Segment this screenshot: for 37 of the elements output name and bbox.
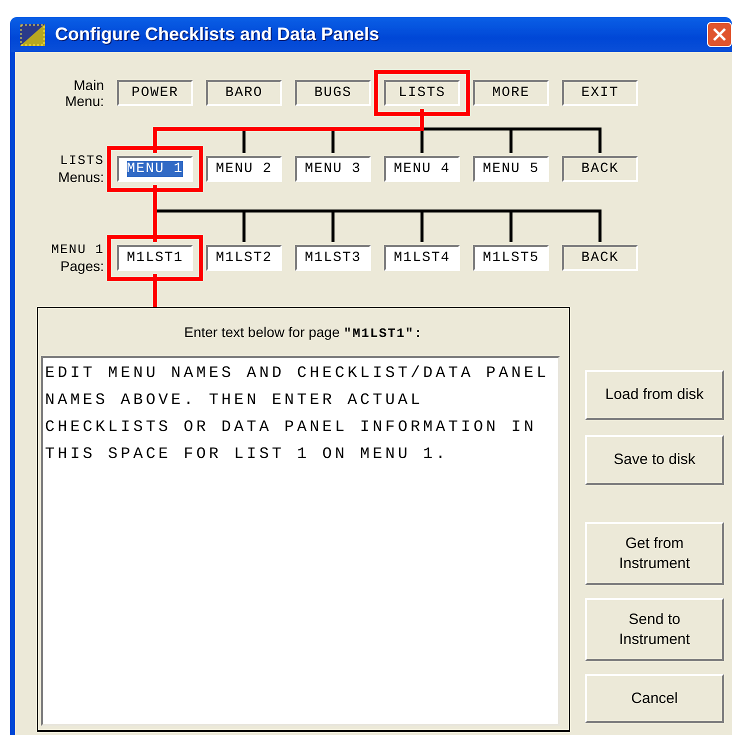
name-field[interactable]: M1LST2 [206, 245, 282, 271]
action-button[interactable]: Send to Instrument [585, 598, 724, 661]
row-label: Menus: [57, 169, 104, 185]
menu-button[interactable]: BARO [206, 80, 282, 106]
row-label: Pages: [59, 258, 104, 274]
action-button[interactable]: Cancel [585, 674, 724, 723]
row-label: LISTS [58, 153, 104, 169]
name-field[interactable]: M1LST5 [473, 245, 549, 271]
name-field[interactable]: M1LST3 [295, 245, 371, 271]
tree-connector [332, 129, 334, 153]
menu-button[interactable]: BACK [562, 245, 638, 271]
menu-button[interactable]: MORE [473, 80, 549, 106]
menu-button[interactable]: BUGS [295, 80, 371, 106]
close-button[interactable] [707, 22, 732, 47]
menu-button[interactable]: LISTS [384, 80, 460, 106]
text-area[interactable]: EDIT MENU NAMES AND CHECKLIST/DATA PANEL NAMES ABOVE. THEN ENTER ACTUAL CHECKLISTS OR DATA PANEL INFORMATION IN THIS SPACE FOR LIST 1 ON MENU 1. [41, 356, 560, 726]
action-button[interactable]: Save to disk [585, 435, 724, 485]
menu-button[interactable]: POWER [117, 80, 193, 106]
menu-button[interactable]: EXIT [562, 80, 638, 106]
row-label: MENU 1 [50, 242, 104, 258]
row-label: Main [72, 77, 104, 93]
name-field[interactable]: M1LST1 [117, 245, 193, 271]
action-button[interactable]: Get from Instrument [585, 522, 724, 585]
action-button[interactable]: Load from disk [585, 370, 724, 420]
name-field[interactable]: MENU 4 [384, 156, 460, 182]
name-field[interactable]: M1LST4 [384, 245, 460, 271]
page-prompt: Enter text below for page "M1LST1": [183, 323, 424, 343]
row-label: Menu: [64, 93, 104, 109]
window-title: Configure Checklists and Data Panels [55, 24, 380, 45]
tree-connector [242, 129, 246, 153]
app-icon [20, 24, 45, 46]
name-field[interactable]: MENU 1 [117, 156, 193, 182]
menu-button[interactable]: BACK [562, 156, 638, 182]
name-field[interactable]: MENU 2 [206, 156, 282, 182]
name-field[interactable]: MENU 3 [295, 156, 371, 182]
close-icon [712, 27, 727, 42]
name-field[interactable]: MENU 5 [473, 156, 549, 182]
